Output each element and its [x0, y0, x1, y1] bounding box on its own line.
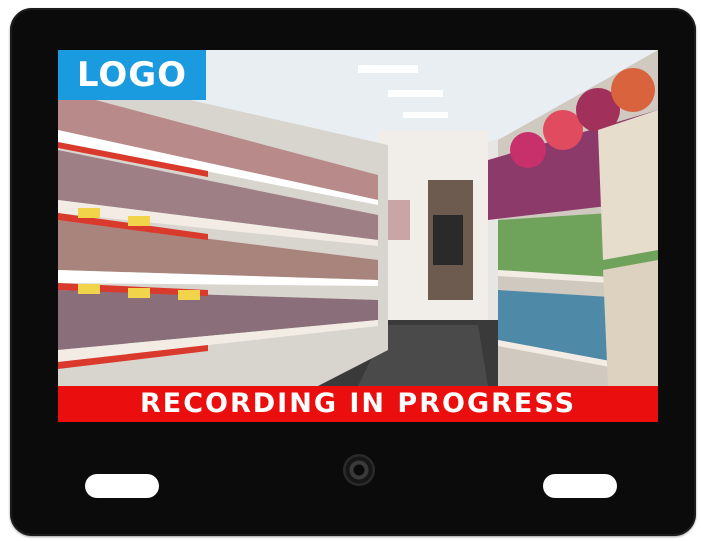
right-speaker-slot: [543, 474, 617, 498]
left-speaker-slot: [85, 474, 159, 498]
recording-banner: RECORDING IN PROGRESS: [58, 386, 658, 422]
display-screen: LOGO RECORDING IN PROGRESS: [58, 50, 658, 422]
store-aisle-image: [58, 50, 658, 386]
camera-lens-icon: [343, 454, 375, 486]
logo-badge: LOGO: [58, 50, 206, 100]
